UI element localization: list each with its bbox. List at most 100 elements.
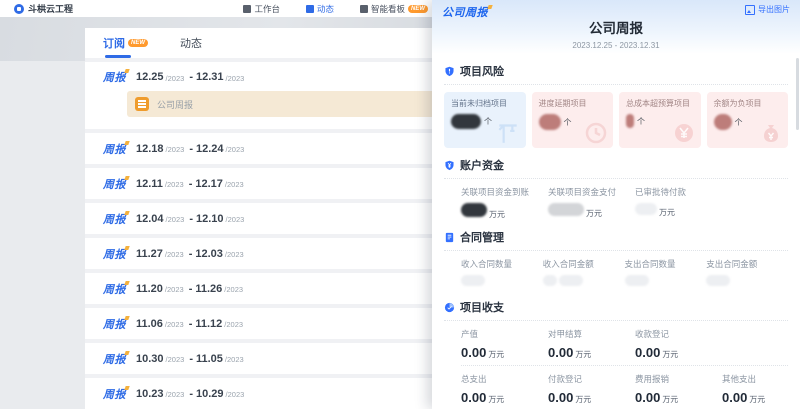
section-title: 合同管理 [460,229,504,245]
masked-value [548,203,584,216]
date-end-year: /2023 [224,285,243,294]
nav-workbench-label: 工作台 [254,3,280,15]
report-body: 项目风险 当前未归档项目 个 进度延期项目 个 总成本超预算项目 个 [432,63,800,409]
masked-value [559,275,583,286]
section-title: 项目风险 [460,63,504,79]
divider [444,250,788,251]
date-start: 12.11 [136,178,163,190]
app-logo-icon [14,4,24,14]
risk-card-unarchived[interactable]: 当前未归档项目 个 [444,92,526,148]
stat-unit: 万元 [575,349,591,360]
stat-value: 0.00 [461,390,486,405]
report-doc-icon [135,97,149,111]
date-start-year: /2023 [166,74,185,83]
tab-feed[interactable]: 动态 [180,35,202,58]
stat-label: 支出合同金额 [706,258,788,270]
report-header: 公司周报 导出图片 公司周报 2023.12.25 - 2023.12.31 [432,0,800,54]
date-end: 11.12 [195,318,222,330]
stat-label: 支出合同数量 [625,258,707,270]
feed-icon [306,5,314,13]
stat-label: 总支出 [461,373,548,385]
stat-value: 0.00 [635,345,660,360]
weekly-report-badge: 周报 [103,386,126,402]
nav-workbench[interactable]: 工作台 [243,3,280,15]
risk-card-delayed[interactable]: 进度延期项目 个 [532,92,614,148]
risk-unit: 个 [564,117,572,128]
weekly-report-badge: 周报 [103,141,126,157]
section-account-funds: 账户资金 [444,157,788,173]
risk-unit: 个 [735,117,743,128]
date-start: 11.06 [136,318,163,330]
stat-label: 产值 [461,328,548,340]
date-separator: - [189,283,193,295]
stat-funds-received: 关联项目资金到账 万元 [461,186,548,220]
export-image-button[interactable]: 导出图片 [745,4,790,15]
date-end: 10.29 [196,388,224,400]
date-start-year: /2023 [166,355,185,364]
stat-unit: 万元 [488,349,504,360]
section-project-income-expense: 项目收支 [444,299,788,315]
date-start: 12.18 [136,143,164,155]
masked-value [461,275,485,286]
risk-card-label: 当前未归档项目 [451,98,519,109]
risk-unit: 个 [637,116,645,127]
stat-label: 收入合同金额 [543,258,625,270]
weekly-report-badge: 周报 [103,246,126,262]
app-window: 斗栱云工程 工作台 动态 智能看板 NEW 订阅 NEW [0,0,800,409]
risk-card-label: 进度延期项目 [539,98,607,109]
contract-doc-icon [444,232,455,243]
date-start-year: /2023 [166,145,185,154]
stat-value: 0.00 [635,390,660,405]
date-separator: - [189,71,193,83]
date-end-year: /2023 [225,250,244,259]
stat-label: 付款登记 [548,373,635,385]
risk-card-over-budget[interactable]: 总成本超预算项目 个 [619,92,701,148]
export-image-label: 导出图片 [758,4,790,15]
date-separator: - [189,143,193,155]
stat-expense-contract-amount: 支出合同金额 [706,258,788,290]
stat-unit: 万元 [662,394,678,405]
weekly-report-badge: 周报 [103,211,126,227]
stat-label: 已审批待付款 [635,186,722,198]
report-date-range: 2023.12.25 - 2023.12.31 [432,41,800,50]
date-start: 10.30 [136,353,164,365]
stat-label: 收款登记 [635,328,722,340]
stat-value: 0.00 [548,345,573,360]
stat-unit: 万元 [586,208,602,219]
date-start-year: /2023 [166,390,185,399]
app-name: 斗栱云工程 [28,2,73,15]
stat-output-value: 产值 0.00万元 [461,328,548,360]
stat-unit: 万元 [575,394,591,405]
stat-unit: 万元 [489,209,505,220]
contract-stats: 收入合同数量 收入合同金额 支出合同数量 支出合同金额 [444,258,788,290]
masked-value [635,203,657,215]
nav-smart-board-label: 智能看板 [371,3,405,15]
tab-subscribe[interactable]: 订阅 NEW [103,35,148,58]
panel-scrollbar[interactable] [796,58,799,130]
masked-value [461,203,487,217]
tab-subscribe-label: 订阅 [103,35,125,51]
budget-stats-row1: 产值 0.00万元 对甲结算 0.00万元 收款登记 0.00万元 [444,328,788,360]
divider [461,365,788,366]
nav-feed[interactable]: 动态 [306,3,334,15]
date-end: 12.24 [196,143,224,155]
date-end: 12.17 [195,178,223,190]
date-start-year: /2023 [165,285,184,294]
stat-expense-reimbursement: 费用报销 0.00万元 [635,373,722,405]
section-title: 账户资金 [460,157,504,173]
top-nav: 工作台 动态 智能看板 NEW [243,0,428,17]
shield-alert-icon [444,66,455,77]
date-start-year: /2023 [165,320,184,329]
nav-smart-board[interactable]: 智能看板 NEW [360,3,428,15]
app-brand[interactable]: 斗栱云工程 [14,2,73,15]
section-project-risk: 项目风险 [444,63,788,79]
masked-value [626,114,634,128]
stat-unit: 万元 [662,349,678,360]
divider [444,84,788,85]
date-end: 11.26 [195,283,222,295]
date-end-year: /2023 [226,390,245,399]
risk-card-negative-balance[interactable]: 余额为负项目 个 [707,92,789,148]
stat-expense-contract-count: 支出合同数量 [625,258,707,290]
divider [444,178,788,179]
nav-feed-label: 动态 [317,3,334,15]
